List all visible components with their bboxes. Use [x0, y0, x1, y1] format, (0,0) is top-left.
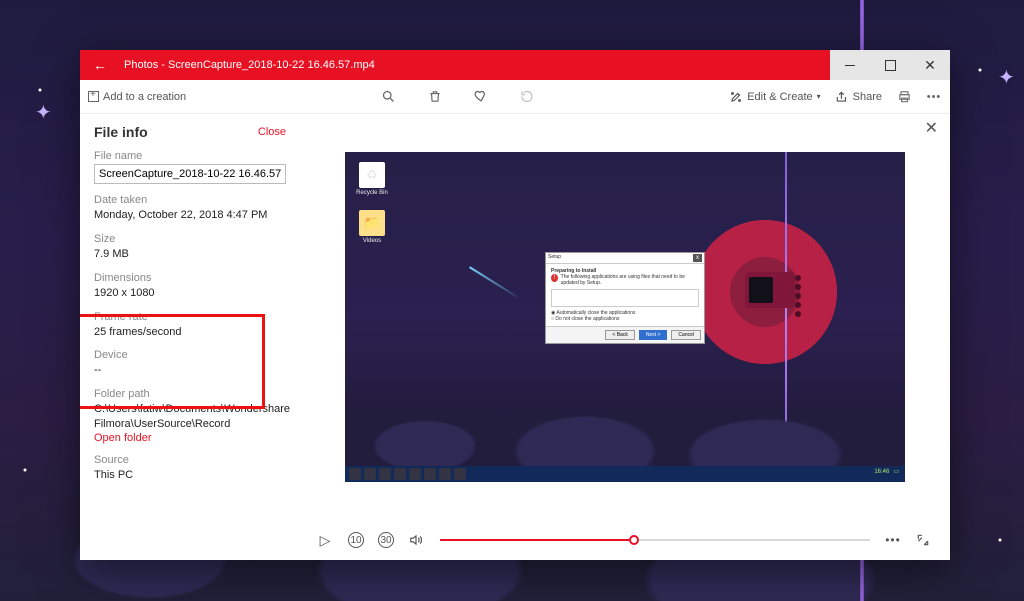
- desktop-icon-recyclebin: ♻ Recycle Bin: [355, 162, 389, 196]
- installer-close-icon: x: [693, 254, 702, 262]
- installer-app-list: [551, 289, 699, 307]
- dimensions-value: 1920 x 1080: [94, 286, 286, 301]
- rotate-icon[interactable]: [519, 89, 535, 105]
- window-titlebar[interactable]: ← Photos - ScreenCapture_2018-10-22 16.4…: [80, 50, 950, 80]
- video-frame: ♻ Recycle Bin 📁 Videos Setup x Prepar: [345, 152, 905, 482]
- window-close-button[interactable]: ✕: [910, 50, 950, 80]
- more-icon[interactable]: •••: [926, 89, 942, 105]
- device-value: --: [94, 363, 286, 378]
- device-label: Device: [94, 349, 286, 361]
- skip-forward-button[interactable]: 30: [378, 532, 394, 548]
- dimensions-label: Dimensions: [94, 272, 286, 284]
- decor-sparkle: ✦: [35, 100, 52, 125]
- field-dimensions: Dimensions 1920 x 1080: [94, 272, 286, 301]
- playback-more-button[interactable]: •••: [884, 533, 902, 547]
- folderpath-label: Folder path: [94, 388, 286, 400]
- decor-clouds: [345, 376, 905, 466]
- taskbar-clock: 16:46: [874, 469, 889, 475]
- source-label: Source: [94, 454, 286, 466]
- zoom-icon[interactable]: [381, 89, 397, 105]
- video-taskbar: 16:46▭: [345, 466, 905, 482]
- field-datetaken: Date taken Monday, October 22, 2018 4:47…: [94, 194, 286, 223]
- add-to-creation-button[interactable]: Add to a creation: [88, 91, 186, 103]
- datetaken-value: Monday, October 22, 2018 4:47 PM: [94, 208, 286, 223]
- maximize-button[interactable]: [870, 50, 910, 80]
- installer-next-button: Next >: [639, 330, 668, 340]
- add-to-creation-label: Add to a creation: [103, 91, 186, 103]
- photos-app-window: ← Photos - ScreenCapture_2018-10-22 16.4…: [80, 50, 950, 560]
- favorite-icon[interactable]: [473, 89, 489, 105]
- installer-cancel-button: Cancel: [671, 330, 701, 340]
- open-folder-link[interactable]: Open folder: [94, 432, 286, 444]
- datetaken-label: Date taken: [94, 194, 286, 206]
- file-info-heading: File info: [94, 124, 148, 140]
- edit-icon: [729, 90, 743, 104]
- add-icon: [88, 91, 99, 102]
- installer-title: Setup: [548, 254, 561, 262]
- decor-meteor: [469, 266, 521, 299]
- play-button[interactable]: ▷: [316, 532, 334, 549]
- delete-icon[interactable]: [427, 89, 443, 105]
- video-area[interactable]: ♻ Recycle Bin 📁 Videos Setup x Prepar: [300, 114, 950, 520]
- fullscreen-button[interactable]: [916, 533, 934, 547]
- panel-close-button[interactable]: Close: [258, 126, 286, 138]
- installer-back-button: < Back: [605, 330, 634, 340]
- command-bar: Add to a creation Edit & Create: [80, 80, 950, 114]
- chevron-down-icon: ▾: [817, 92, 821, 101]
- taskbar-pin: [439, 468, 451, 480]
- recyclebin-icon: ♻: [359, 162, 385, 188]
- share-icon: [835, 90, 849, 104]
- source-value: This PC: [94, 468, 286, 483]
- taskbar-pin: [424, 468, 436, 480]
- window-title: Photos - ScreenCapture_2018-10-22 16.46.…: [120, 59, 830, 71]
- warning-icon: !: [551, 274, 558, 282]
- playback-controls: ▷ 10 30 •••: [300, 520, 950, 560]
- progress-fill: [440, 539, 629, 541]
- taskbar-pin: [454, 468, 466, 480]
- file-info-panel: File info Close File name Date taken Mon…: [80, 114, 300, 560]
- installer-warning: The following applications are using fil…: [561, 274, 699, 286]
- taskbar-pin: [379, 468, 391, 480]
- share-label: Share: [853, 91, 882, 103]
- print-icon[interactable]: [896, 89, 912, 105]
- skip-back-button[interactable]: 10: [348, 532, 364, 548]
- desktop-icon-folder: 📁 Videos: [355, 210, 389, 244]
- taskbar-pin: [409, 468, 421, 480]
- progress-slider[interactable]: [440, 539, 870, 541]
- field-source: Source This PC: [94, 454, 286, 483]
- edit-create-button[interactable]: Edit & Create ▾: [729, 90, 820, 104]
- viewer-close-button[interactable]: ✕: [925, 118, 938, 138]
- volume-button[interactable]: [408, 533, 426, 547]
- filename-label: File name: [94, 150, 286, 162]
- field-device: Device --: [94, 349, 286, 378]
- field-size: Size 7.9 MB: [94, 233, 286, 262]
- decor-cartridge: [745, 272, 795, 308]
- field-folderpath: Folder path C:\Users\fatiw\Documents\Won…: [94, 388, 286, 444]
- size-value: 7.9 MB: [94, 247, 286, 262]
- share-button[interactable]: Share: [835, 90, 882, 104]
- field-framerate: Frame rate 25 frames/second: [94, 311, 286, 340]
- installer-opt2: Do not close the applications: [555, 316, 619, 322]
- edit-create-label: Edit & Create: [747, 91, 812, 103]
- taskbar-pin: [349, 468, 361, 480]
- folder-icon: 📁: [359, 210, 385, 236]
- minimize-button[interactable]: [830, 50, 870, 80]
- framerate-label: Frame rate: [94, 311, 286, 323]
- decor-sparkle: ✦: [998, 65, 1015, 90]
- filename-input[interactable]: [94, 164, 286, 184]
- back-button[interactable]: ←: [80, 57, 120, 73]
- taskbar-pin: [394, 468, 406, 480]
- recyclebin-label: Recycle Bin: [355, 190, 389, 196]
- desktop-folder-label: Videos: [355, 238, 389, 244]
- size-label: Size: [94, 233, 286, 245]
- folderpath-value: C:\Users\fatiw\Documents\Wondershare Fil…: [94, 402, 286, 432]
- taskbar-pin: [364, 468, 376, 480]
- framerate-value: 25 frames/second: [94, 325, 286, 340]
- viewer-pane: ✕ ♻ Recycle Bin 📁 Videos: [300, 114, 950, 560]
- installer-dialog: Setup x Preparing to Install ! The follo…: [545, 252, 705, 344]
- slider-thumb[interactable]: [629, 535, 639, 545]
- field-filename: File name: [94, 150, 286, 184]
